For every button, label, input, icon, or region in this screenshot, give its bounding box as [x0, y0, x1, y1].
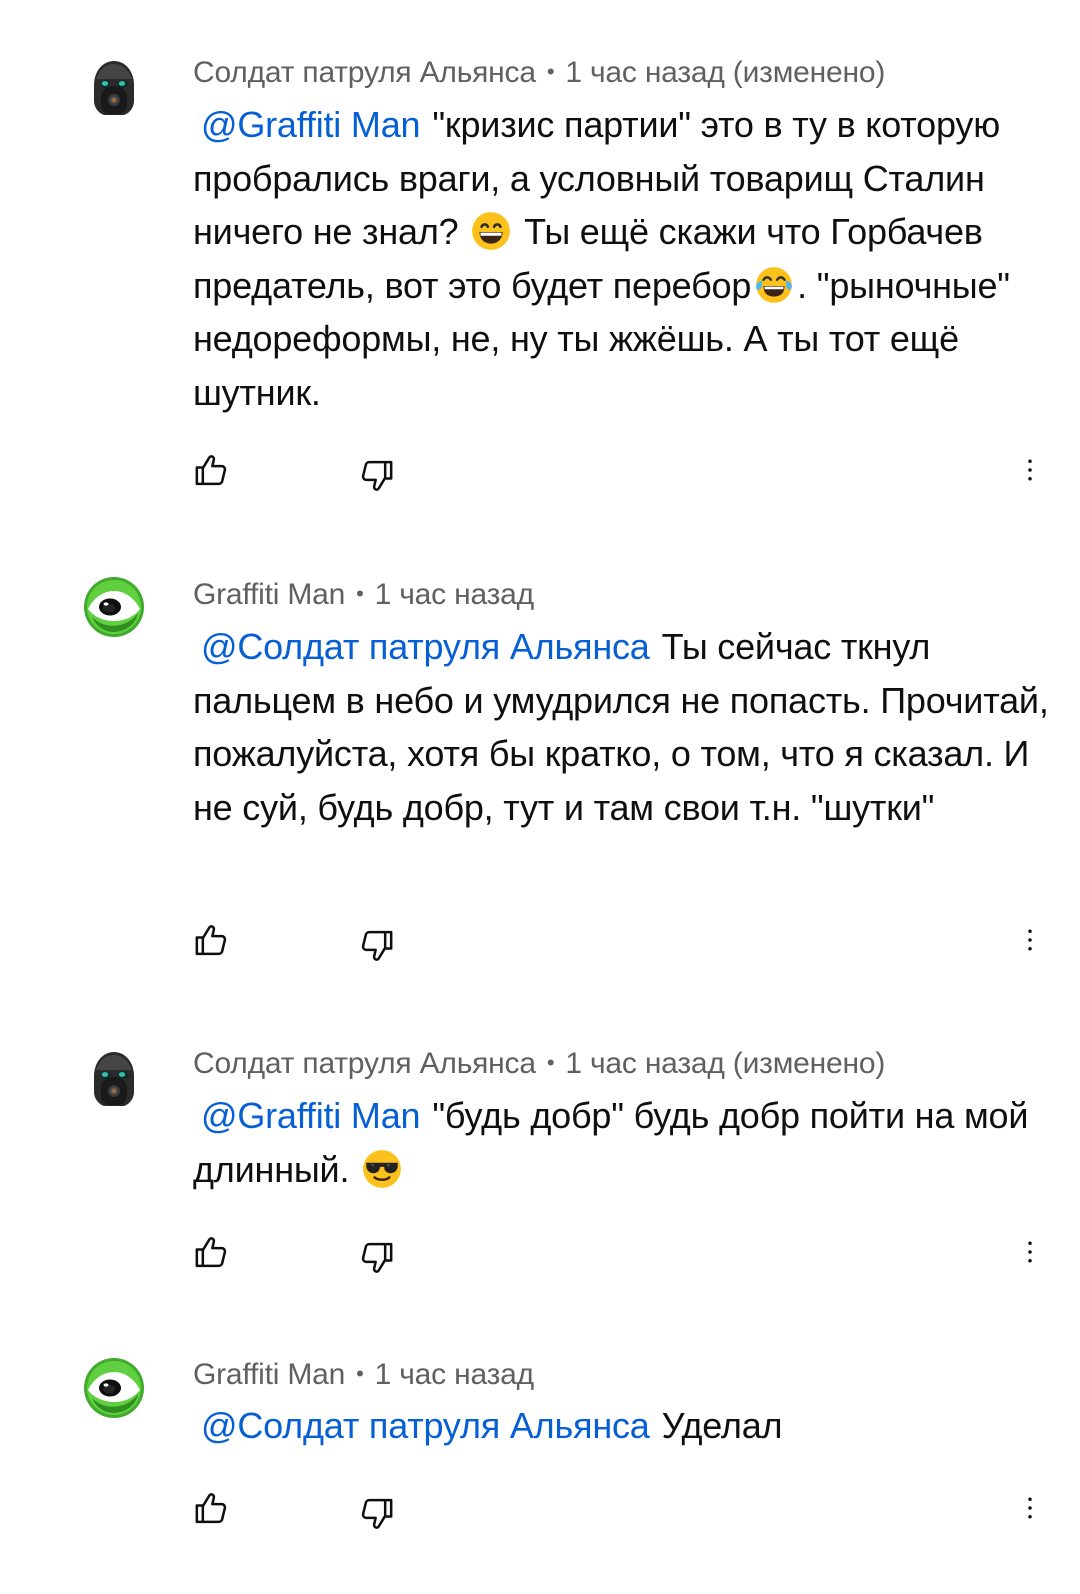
comment-actions [0, 1227, 1080, 1277]
author-name[interactable]: Graffiti Man [193, 578, 345, 611]
more-options-button[interactable] [1015, 1483, 1045, 1533]
thumbs-down-icon [357, 1494, 397, 1534]
sunglasses-emoji [361, 1148, 403, 1190]
more-vertical-icon [1023, 1488, 1037, 1528]
timestamp: 1 час назад [374, 578, 535, 611]
like-button[interactable] [186, 1227, 236, 1277]
author-name[interactable]: Graffiti Man [193, 1358, 345, 1391]
mention-link[interactable]: @Graffiti Man [201, 1095, 421, 1136]
avatar[interactable] [82, 55, 146, 119]
more-options-button[interactable] [1015, 1227, 1045, 1277]
meta-separator: • [546, 59, 555, 84]
thumbs-up-icon [191, 1232, 231, 1272]
more-options-button[interactable] [1015, 445, 1045, 495]
more-options-button[interactable] [1015, 915, 1045, 965]
like-button[interactable] [186, 915, 236, 965]
green-eye-avatar [82, 575, 146, 639]
comment-text-part: Уделал [661, 1405, 783, 1446]
more-vertical-icon [1023, 450, 1037, 490]
dislike-button[interactable] [352, 921, 402, 971]
comment-meta: Солдат патруля Альянса • 1 час назад (изме… [193, 56, 885, 90]
author-name[interactable]: Солдат патруля Альянса [193, 56, 536, 89]
like-button[interactable] [186, 1483, 236, 1533]
more-vertical-icon [1023, 920, 1037, 960]
author-name[interactable]: Солдат патруля Альянса [193, 1047, 536, 1080]
comment-meta: Солдат патруля Альянса • 1 час назад (изме… [193, 1047, 885, 1081]
comment-text: @Солдат патруля Альянса Уделал [193, 1399, 1053, 1453]
meta-separator: • [546, 1050, 555, 1075]
comment-actions [0, 1483, 1080, 1533]
thumbs-down-icon [357, 456, 397, 496]
gas-mask-soldier-avatar [82, 1046, 146, 1110]
comment-text: @Graffiti Man "кризис партии" это в ту в … [193, 98, 1053, 419]
thumbs-up-icon [191, 450, 231, 490]
green-eye-avatar [82, 1356, 146, 1420]
dislike-button[interactable] [352, 1233, 402, 1283]
mention-link[interactable]: @Солдат патруля Альянса [201, 1405, 650, 1446]
timestamp: 1 час назад (изменено) [565, 56, 886, 89]
thumbs-up-icon [191, 1488, 231, 1528]
comment-meta: Graffiti Man • 1 час назад [193, 578, 534, 612]
mention-link[interactable]: @Graffiti Man [201, 104, 421, 145]
avatar[interactable] [82, 1356, 146, 1420]
timestamp: 1 час назад (изменено) [565, 1047, 886, 1080]
comment-actions [0, 445, 1080, 495]
meta-separator: • [356, 581, 364, 606]
gas-mask-soldier-avatar [82, 55, 146, 119]
thumbs-down-icon [357, 1238, 397, 1278]
thumbs-down-icon [357, 926, 397, 966]
grinning-smile-emoji [470, 210, 512, 252]
comment-meta: Graffiti Man • 1 час назад [193, 1358, 534, 1392]
dislike-button[interactable] [352, 451, 402, 501]
thumbs-up-icon [191, 920, 231, 960]
comment-actions [0, 915, 1080, 965]
more-vertical-icon [1023, 1232, 1037, 1272]
mention-link[interactable]: @Солдат патруля Альянса [201, 626, 650, 667]
meta-separator: • [356, 1361, 364, 1386]
timestamp: 1 час назад [374, 1358, 535, 1391]
avatar[interactable] [82, 1046, 146, 1110]
comment-text: @Graffiti Man "будь добр" будь добр пойти… [193, 1089, 1053, 1196]
tears-of-joy-emoji [753, 264, 795, 306]
dislike-button[interactable] [352, 1489, 402, 1539]
like-button[interactable] [186, 445, 236, 495]
comment-text: @Солдат патруля Альянса Ты сейчас ткнул п… [193, 620, 1053, 834]
avatar[interactable] [82, 575, 146, 639]
